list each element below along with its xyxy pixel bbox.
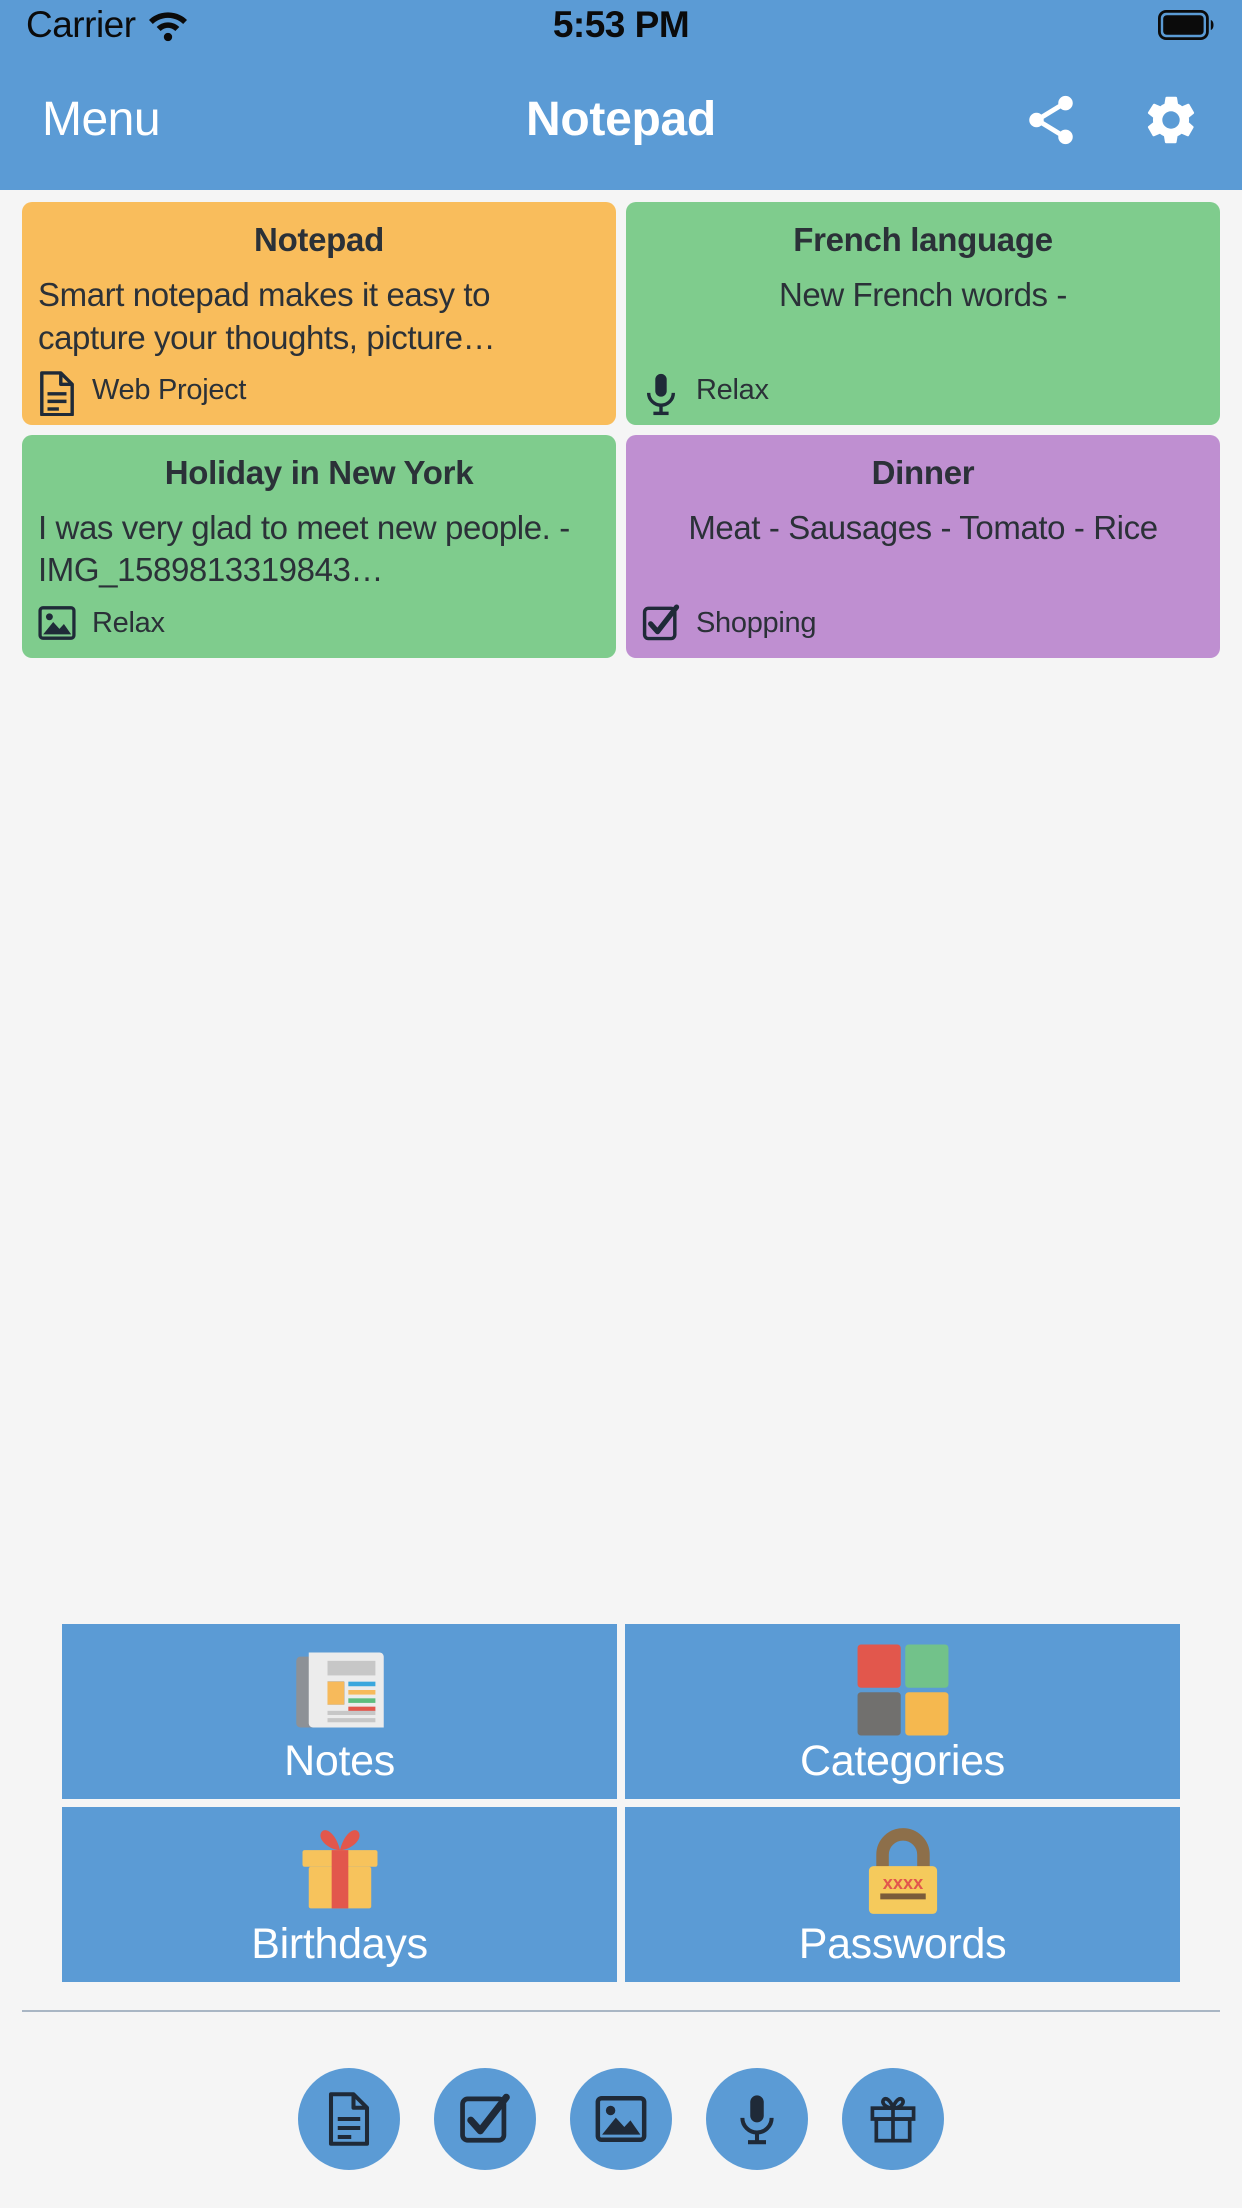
menu-tile-row: Birthdays xxxx Passwords: [62, 1807, 1180, 1982]
checkbox-icon: [642, 604, 680, 644]
gift-box-icon: [290, 1823, 390, 1915]
bottom-toolbar: [0, 2068, 1242, 2170]
menu-button[interactable]: Menu: [42, 96, 161, 144]
gift-icon: [867, 2092, 919, 2146]
wifi-icon: [148, 9, 188, 42]
padlock-icon: xxxx: [853, 1823, 953, 1915]
menu-tile-row: Notes Categories: [62, 1624, 1180, 1799]
note-card[interactable]: Notepad Smart notepad makes it easy to c…: [22, 202, 616, 425]
note-category-label: Relax: [696, 374, 769, 407]
menu-tile-label: Birthdays: [251, 1920, 428, 1968]
gear-icon[interactable]: [1142, 91, 1200, 149]
note-card[interactable]: Holiday in New York I was very glad to m…: [22, 434, 616, 658]
status-bar-left: Carrier: [26, 4, 188, 46]
note-body: Meat - Sausages - Tomato - Rice: [688, 509, 1158, 547]
new-birthday-note-button[interactable]: [842, 2068, 944, 2170]
note-card[interactable]: Dinner Meat - Sausages - Tomato - Rice S…: [626, 434, 1220, 658]
status-bar-right: [1157, 9, 1216, 41]
note-footer: Web Project: [38, 370, 600, 417]
note-category-label: Web Project: [92, 374, 247, 407]
note-footer: Relax: [38, 604, 600, 644]
notes-row: Holiday in New York I was very glad to m…: [22, 434, 1220, 658]
note-title: Notepad: [254, 221, 384, 258]
battery-full-icon: [1157, 9, 1216, 41]
menu-tile-categories[interactable]: Categories: [625, 1624, 1180, 1799]
note-body: I was very glad to meet new people. - IM…: [38, 509, 570, 589]
document-icon: [38, 370, 76, 417]
image-icon: [595, 2092, 647, 2146]
newspaper-icon: [290, 1640, 390, 1732]
note-body: New French words -: [778, 276, 1068, 314]
note-footer: Relax: [642, 371, 1204, 415]
notes-row: Notepad Smart notepad makes it easy to c…: [22, 202, 1220, 425]
new-image-note-button[interactable]: [570, 2068, 672, 2170]
new-voice-note-button[interactable]: [706, 2068, 808, 2170]
toolbar-divider: [22, 2010, 1220, 2012]
share-icon[interactable]: [1022, 91, 1080, 149]
note-card[interactable]: French language New French words - Relax: [626, 202, 1220, 425]
note-category-label: Shopping: [696, 607, 817, 640]
menu-tile-passwords[interactable]: xxxx Passwords: [625, 1807, 1180, 1982]
menu-tile-notes[interactable]: Notes: [62, 1624, 617, 1799]
checkbox-icon: [459, 2092, 511, 2146]
status-bar: Carrier 5:53 PM: [0, 0, 1242, 50]
note-footer: Shopping: [642, 604, 1204, 644]
note-body: Smart notepad makes it easy to capture y…: [38, 276, 496, 356]
menu-tile-grid: Notes Categories Birthdays xxxx Password…: [62, 1624, 1180, 1990]
note-category-label: Relax: [92, 607, 165, 640]
menu-tile-birthdays[interactable]: Birthdays: [62, 1807, 617, 1982]
note-title: French language: [793, 221, 1053, 258]
carrier-label: Carrier: [26, 4, 136, 45]
nav-actions: [1022, 91, 1200, 149]
svg-text:xxxx: xxxx: [882, 1873, 922, 1893]
image-icon: [38, 604, 76, 644]
new-text-note-button[interactable]: [298, 2068, 400, 2170]
document-icon: [323, 2092, 375, 2146]
note-title: Holiday in New York: [164, 453, 474, 491]
menu-tile-label: Passwords: [798, 1920, 1007, 1968]
navigation-bar: Menu Notepad: [0, 50, 1242, 190]
menu-tile-label: Categories: [800, 1737, 1005, 1785]
microphone-icon: [642, 371, 680, 415]
color-squares-icon: [853, 1640, 953, 1736]
notes-grid: Notepad Smart notepad makes it easy to c…: [0, 190, 1242, 658]
microphone-icon: [731, 2092, 783, 2146]
menu-tile-label: Notes: [284, 1737, 395, 1785]
new-checklist-note-button[interactable]: [434, 2068, 536, 2170]
note-title: Dinner: [871, 453, 975, 491]
